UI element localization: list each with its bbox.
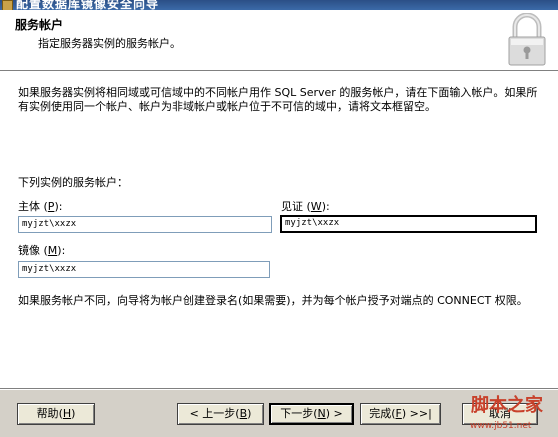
principal-label: 主体 (P): bbox=[18, 200, 63, 213]
back-button-label: < 上一步 bbox=[189, 407, 236, 420]
service-accounts-label: 下列实例的服务帐户： bbox=[18, 176, 128, 189]
content-panel: 如果服务器实例将相同域或可信域中的不同帐户用作 SQL Server 的服务帐户… bbox=[0, 72, 558, 388]
page-subtitle: 指定服务器实例的服务帐户。 bbox=[38, 37, 181, 50]
finish-hotkey: F bbox=[395, 407, 402, 420]
principal-account-input[interactable]: myjzt\xxzx bbox=[18, 216, 272, 233]
window-title: 配置数据库镜像安全向导 bbox=[16, 0, 160, 10]
help-button[interactable]: 帮助(H) bbox=[17, 403, 95, 425]
next-hotkey: N bbox=[317, 407, 326, 420]
back-hotkey: B bbox=[239, 407, 248, 420]
account-note: 如果服务帐户不同，向导将为帐户创建登录名(如果需要)，并为每个帐户授予对端点的 … bbox=[18, 294, 528, 307]
help-hotkey: H bbox=[62, 407, 72, 420]
mirror-hotkey: M bbox=[47, 244, 58, 257]
principal-label-text: 主体 bbox=[18, 200, 40, 213]
next-button[interactable]: 下一步(N) > bbox=[269, 403, 354, 425]
mirror-label: 镜像 (M): bbox=[18, 244, 66, 257]
watermark-text: 脚本之家 bbox=[471, 395, 543, 416]
principal-hotkey: P bbox=[47, 200, 55, 213]
app-icon bbox=[2, 0, 13, 10]
watermark-url: www.jb51.net bbox=[470, 421, 532, 431]
next-button-label: 下一步 bbox=[280, 407, 314, 420]
title-bar: 配置数据库镜像安全向导 bbox=[0, 0, 558, 10]
mirror-label-text: 镜像 bbox=[18, 244, 40, 257]
page-title: 服务帐户 bbox=[15, 18, 64, 32]
witness-label: 见证 (W): bbox=[281, 200, 330, 213]
next-button-arrow: > bbox=[330, 407, 343, 420]
wizard-header: 服务帐户 指定服务器实例的服务帐户。 bbox=[0, 10, 558, 71]
witness-hotkey: W bbox=[310, 200, 322, 213]
lock-icon bbox=[508, 13, 546, 66]
back-button[interactable]: < 上一步(B) bbox=[177, 403, 264, 425]
mirror-account-input[interactable]: myjzt\xxzx bbox=[18, 261, 270, 278]
help-button-label: 帮助 bbox=[36, 407, 59, 420]
witness-label-text: 见证 bbox=[281, 200, 303, 213]
finish-button-label: 完成 bbox=[369, 407, 392, 420]
footer-divider bbox=[0, 388, 558, 390]
finish-button-arrow: >>| bbox=[406, 407, 432, 420]
witness-account-input[interactable]: myjzt\xxzx bbox=[280, 215, 537, 233]
intro-text: 如果服务器实例将相同域或可信域中的不同帐户用作 SQL Server 的服务帐户… bbox=[18, 86, 538, 113]
finish-button[interactable]: 完成(F) >>| bbox=[360, 403, 441, 425]
